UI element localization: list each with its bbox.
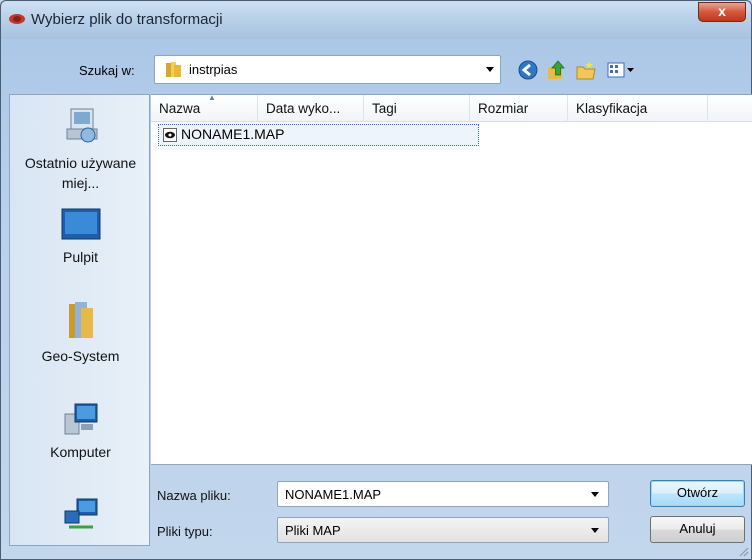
place-label: Pulpit xyxy=(62,249,99,265)
views-menu-icon[interactable] xyxy=(606,59,636,81)
place-computer[interactable]: Komputer xyxy=(10,400,151,460)
resize-grip-icon[interactable] xyxy=(737,545,749,557)
look-in-value: instrpias xyxy=(189,62,238,77)
window-title: Wybierz plik do transformacji xyxy=(31,11,223,28)
open-button[interactable]: Otwórz xyxy=(650,480,745,507)
column-header-row: ▲ Nazwa Data wyko... Tagi Rozmiar Klasyf… xyxy=(151,93,752,122)
folder-icon xyxy=(166,62,181,77)
desktop-icon xyxy=(61,208,100,240)
list-item[interactable]: NONAME1.MAP xyxy=(158,124,479,146)
filename-input[interactable]: NONAME1.MAP xyxy=(277,481,609,507)
computer-icon xyxy=(64,403,97,435)
recent-places-icon xyxy=(66,108,97,143)
place-desktop[interactable]: Pulpit xyxy=(10,205,151,265)
place-network[interactable] xyxy=(10,495,151,541)
new-folder-icon[interactable] xyxy=(575,59,597,81)
chevron-down-icon xyxy=(591,528,599,533)
places-bar: Ostatnio używane miej... Pulpit Geo-Syst… xyxy=(9,94,150,546)
place-label: Komputer xyxy=(50,444,111,460)
place-recent[interactable]: Ostatnio używane miej... xyxy=(10,105,151,193)
place-user-folder[interactable]: Geo-System xyxy=(10,300,151,364)
eye-icon xyxy=(9,14,25,24)
bottom-panel: Nazwa pliku: NONAME1.MAP Otwórz Pliki ty… xyxy=(151,466,752,546)
cancel-button[interactable]: Anuluj xyxy=(650,516,745,543)
column-date[interactable]: Data wyko... xyxy=(258,95,364,122)
network-icon xyxy=(64,498,97,529)
column-tags[interactable]: Tagi xyxy=(364,95,470,122)
look-in-dropdown[interactable]: instrpias xyxy=(154,55,501,84)
file-list[interactable]: ▲ Nazwa Data wyko... Tagi Rozmiar Klasyf… xyxy=(151,94,752,465)
filetype-value: Pliki MAP xyxy=(285,523,341,538)
user-folder-icon xyxy=(68,302,93,338)
chevron-down-icon xyxy=(486,67,494,72)
title-bar[interactable]: Wybierz plik do transformacji x xyxy=(1,1,751,39)
place-label: Geo-System xyxy=(41,348,120,364)
column-classification[interactable]: Klasyfikacja xyxy=(568,95,708,122)
filename-label: Nazwa pliku: xyxy=(157,488,231,503)
column-name[interactable]: ▲ Nazwa xyxy=(151,93,258,122)
column-size[interactable]: Rozmiar xyxy=(470,95,568,122)
sort-ascending-icon: ▲ xyxy=(208,93,216,102)
file-name: NONAME1.MAP xyxy=(181,126,285,142)
filetype-label: Pliki typu: xyxy=(157,524,213,539)
filetype-dropdown[interactable]: Pliki MAP xyxy=(277,517,609,543)
filename-value: NONAME1.MAP xyxy=(285,487,382,502)
up-folder-icon[interactable] xyxy=(545,59,567,81)
map-file-icon xyxy=(163,128,177,142)
place-label: Ostatnio używane miej... xyxy=(24,155,137,191)
chevron-down-icon[interactable] xyxy=(591,492,599,497)
file-open-dialog: Wybierz plik do transformacji x Szukaj w… xyxy=(0,0,752,560)
close-button[interactable]: x xyxy=(698,2,746,22)
look-in-label: Szukaj w: xyxy=(79,63,135,78)
back-icon[interactable] xyxy=(517,59,539,81)
